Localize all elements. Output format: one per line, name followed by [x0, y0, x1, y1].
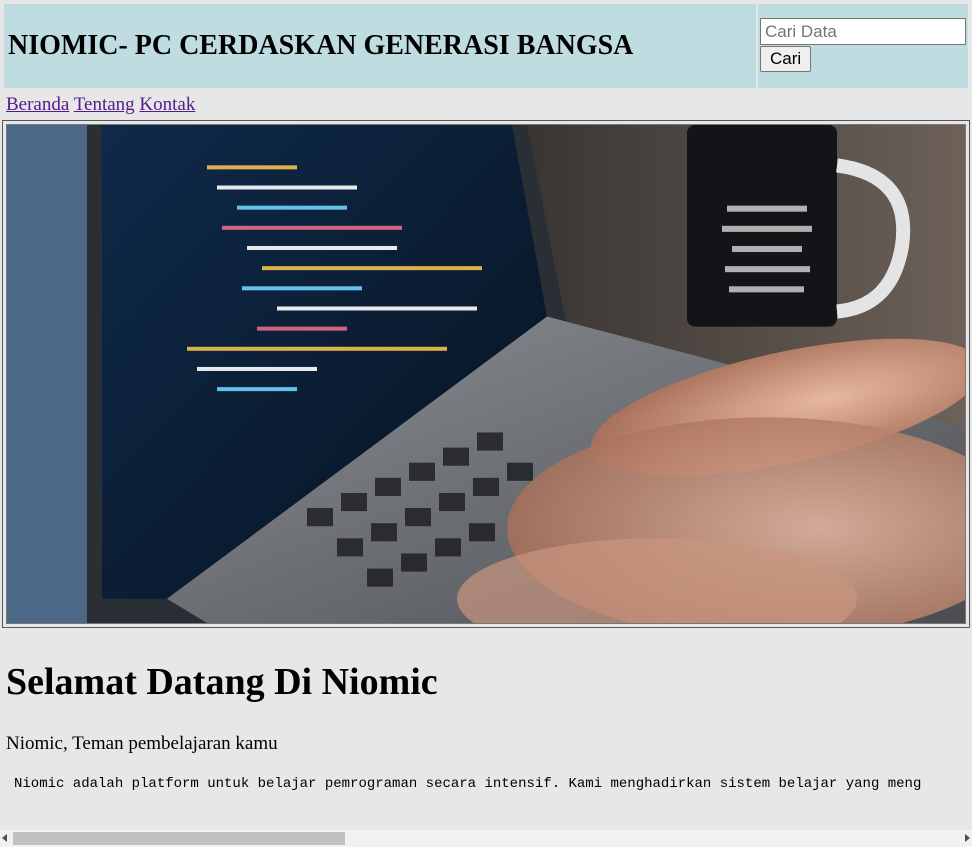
- hero-image-frame: [2, 120, 970, 628]
- header-title-cell: NIOMIC- PC CERDASKAN GENERASI BANGSA: [4, 4, 756, 88]
- nav-menu: Beranda Tentang Kontak: [6, 94, 195, 116]
- scroll-left-icon[interactable]: [2, 834, 7, 842]
- nav-link-tentang[interactable]: Tentang: [74, 94, 135, 115]
- hero-image: [6, 124, 966, 624]
- description-text: Niomic adalah platform untuk belajar pem…: [14, 776, 922, 792]
- scrollbar-thumb[interactable]: [13, 832, 345, 845]
- tagline: Niomic, Teman pembelajaran kamu: [6, 733, 278, 754]
- nav-link-beranda[interactable]: Beranda: [6, 94, 69, 115]
- search-button[interactable]: Cari: [760, 46, 812, 72]
- scroll-right-icon[interactable]: [965, 834, 970, 842]
- horizontal-scrollbar[interactable]: [0, 830, 972, 847]
- header: NIOMIC- PC CERDASKAN GENERASI BANGSA Car…: [2, 2, 970, 90]
- welcome-heading: Selamat Datang Di Niomic: [6, 661, 438, 703]
- laptop-coding-photo: [7, 125, 965, 623]
- nav-link-kontak[interactable]: Kontak: [139, 94, 195, 115]
- site-title: NIOMIC- PC CERDASKAN GENERASI BANGSA: [8, 30, 634, 61]
- search-input[interactable]: [760, 18, 966, 45]
- search-cell: Cari: [758, 4, 968, 88]
